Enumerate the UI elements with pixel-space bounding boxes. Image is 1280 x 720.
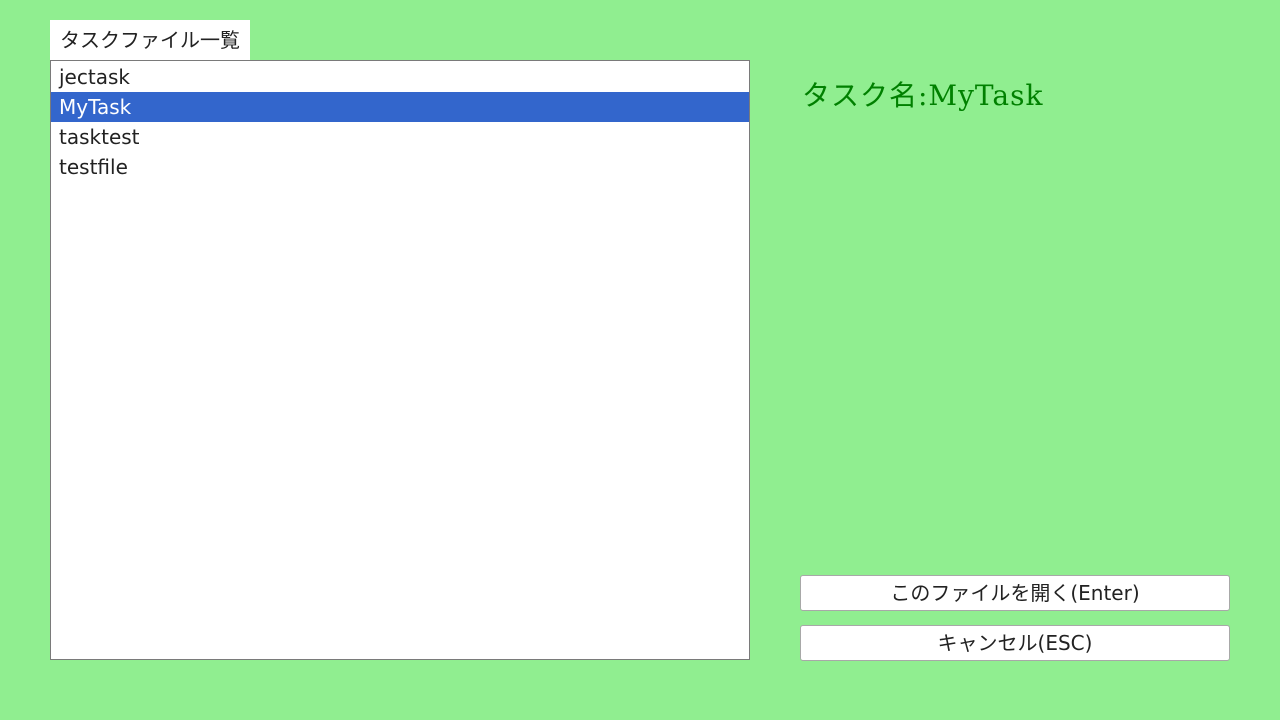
- cancel-button[interactable]: キャンセル(ESC): [800, 625, 1230, 661]
- open-file-button[interactable]: このファイルを開く(Enter): [800, 575, 1230, 611]
- list-item[interactable]: testfile: [51, 152, 749, 182]
- task-name-label: タスク名:MyTask: [802, 79, 1044, 112]
- list-item[interactable]: tasktest: [51, 122, 749, 152]
- file-list[interactable]: jectask MyTask tasktest testfile: [50, 60, 750, 660]
- file-list-title: タスクファイル一覧: [50, 20, 250, 60]
- list-item[interactable]: jectask: [51, 62, 749, 92]
- list-item[interactable]: MyTask: [51, 92, 749, 122]
